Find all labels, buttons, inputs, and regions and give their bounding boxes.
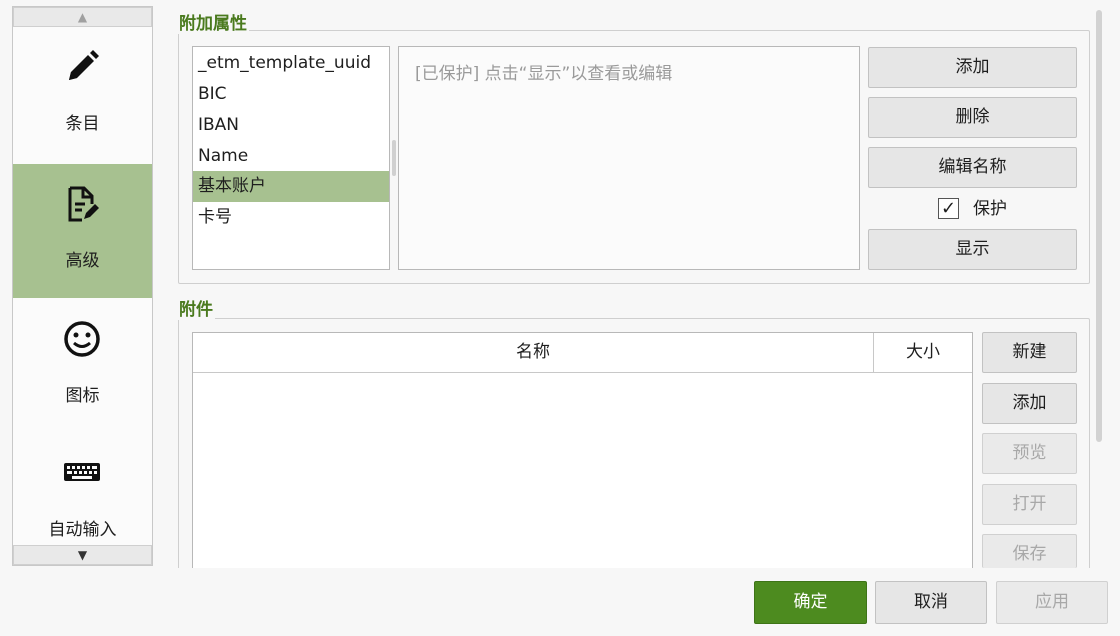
preview-button[interactable]: 预览 bbox=[982, 433, 1077, 474]
list-item[interactable]: _etm_template_uuid bbox=[193, 48, 389, 79]
attachments-table[interactable]: 名称 大小 bbox=[192, 332, 973, 572]
attributes-group-title: 附加属性 bbox=[177, 9, 249, 34]
save-attachment-button[interactable]: 保存 bbox=[982, 534, 1077, 568]
page-scrollbar[interactable] bbox=[1096, 10, 1102, 442]
category-sidebar: ▲ 条目 高级 图标 自动输入 ▼ bbox=[12, 6, 153, 566]
list-item[interactable]: Name bbox=[193, 141, 389, 172]
attribute-value-area[interactable]: [已保护] 点击“显示”以查看或编辑 bbox=[398, 46, 860, 270]
pencil-icon bbox=[69, 50, 99, 80]
list-item[interactable]: IBAN bbox=[193, 110, 389, 141]
column-header-name[interactable]: 名称 bbox=[193, 333, 874, 373]
list-item[interactable]: 卡号 bbox=[193, 202, 389, 233]
list-item[interactable]: BIC bbox=[193, 79, 389, 110]
cancel-button[interactable]: 取消 bbox=[875, 581, 987, 624]
protect-label: 保护 bbox=[973, 199, 1007, 219]
keyboard-icon bbox=[64, 463, 100, 481]
ok-button[interactable]: 确定 bbox=[754, 581, 867, 624]
list-scrollbar[interactable] bbox=[392, 140, 396, 176]
scroll-up-button[interactable]: ▲ bbox=[13, 7, 152, 27]
nav-item-advanced[interactable]: 高级 bbox=[13, 164, 152, 298]
new-attachment-button[interactable]: 新建 bbox=[982, 332, 1077, 373]
scroll-down-button[interactable]: ▼ bbox=[13, 545, 152, 565]
rename-attribute-button[interactable]: 编辑名称 bbox=[868, 147, 1077, 188]
open-button[interactable]: 打开 bbox=[982, 484, 1077, 525]
document-edit-icon bbox=[68, 186, 99, 222]
list-item-selected[interactable]: 基本账户 bbox=[193, 171, 389, 202]
apply-button[interactable]: 应用 bbox=[996, 581, 1108, 624]
column-header-size[interactable]: 大小 bbox=[874, 333, 972, 373]
nav-item-label: 高级 bbox=[65, 251, 100, 271]
protect-checkbox[interactable]: ✓ bbox=[938, 198, 959, 219]
delete-attribute-button[interactable]: 删除 bbox=[868, 97, 1077, 138]
attachments-group-title: 附件 bbox=[177, 295, 215, 320]
show-button[interactable]: 显示 bbox=[868, 229, 1077, 270]
add-attachment-button[interactable]: 添加 bbox=[982, 383, 1077, 424]
nav-item-entry[interactable]: 条目 bbox=[13, 27, 152, 161]
nav-item-icon[interactable]: 图标 bbox=[13, 299, 152, 433]
smiley-icon bbox=[64, 321, 100, 357]
nav-item-label: 图标 bbox=[65, 386, 100, 406]
nav-item-label: 条目 bbox=[65, 114, 100, 134]
nav-item-label: 自动输入 bbox=[48, 520, 117, 540]
attribute-list[interactable]: _etm_template_uuid BIC IBAN Name 基本账户 卡号 bbox=[192, 46, 390, 270]
add-attribute-button[interactable]: 添加 bbox=[868, 47, 1077, 88]
